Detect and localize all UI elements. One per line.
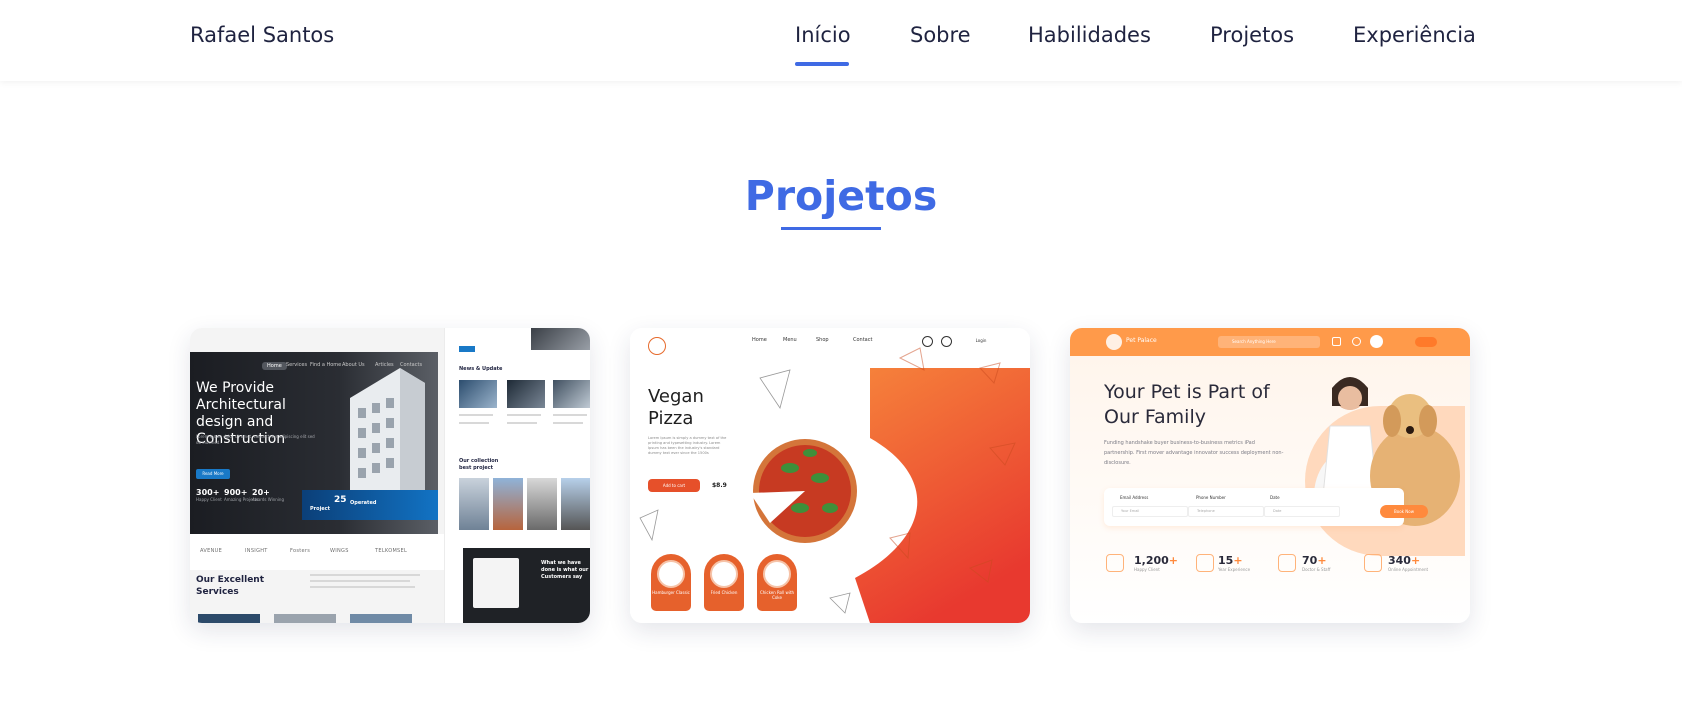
nav-item-projetos[interactable]: Projetos — [1210, 23, 1294, 47]
testimonial-box: What we have done is what our Customers … — [463, 548, 590, 623]
bell-icon — [1352, 337, 1361, 346]
client-logo: WINGS — [330, 548, 349, 554]
client-logo: Fosters — [290, 548, 311, 554]
pizza-nav-menu: Menu — [783, 337, 797, 343]
project-card-pet-palace[interactable]: Pet Palace Search Anything Here Your Pet… — [1070, 328, 1470, 623]
placeholder-line — [459, 422, 489, 424]
pizza-menu-item: Fried Chicken — [704, 554, 744, 611]
architecture-subtext: Lorem ipsum dolor sit amet, consectetur … — [196, 434, 315, 445]
pet-description: Funding handshake buyer business-to-busi… — [1104, 440, 1284, 466]
avatar — [1370, 335, 1383, 348]
news-thumb — [507, 380, 545, 408]
service-thumb — [274, 614, 336, 623]
cart-icon — [941, 336, 952, 347]
stat-icon — [1364, 554, 1382, 572]
placeholder-line — [310, 580, 410, 582]
pizza-nav-shop: Shop — [816, 337, 829, 343]
placeholder-line — [507, 414, 541, 416]
service-thumb — [198, 614, 260, 623]
architecture-stat: 20+ Awards Winning — [252, 488, 284, 502]
testimonial-photo — [473, 558, 519, 608]
collection-thumb — [459, 478, 489, 530]
pet-headline: Your Pet is Part of Our Family — [1104, 381, 1270, 428]
site-header: Rafael Santos Início Sobre Habilidades P… — [0, 0, 1682, 81]
service-thumb — [350, 614, 412, 623]
cart-icon — [1332, 337, 1341, 346]
stat-icon — [1278, 554, 1296, 572]
stat-icon — [1106, 554, 1124, 572]
client-logo: AVENUE — [200, 548, 223, 554]
nav-item-sobre[interactable]: Sobre — [910, 23, 971, 47]
architecture-stat: 300+ Happy Client — [196, 488, 222, 502]
news-title: News & Update — [459, 366, 503, 372]
project-card-vegan-pizza[interactable]: Home Menu Shop Contact Login Vegan Pizza… — [630, 328, 1030, 623]
architecture-preview-right: News & Update Our collection best projec… — [444, 328, 590, 623]
building-photo — [531, 328, 590, 350]
pet-booking-form: Email Address Phone Number Date Your Ema… — [1104, 488, 1428, 526]
pizza-title: Vegan Pizza — [648, 386, 704, 429]
collection-thumb — [493, 478, 523, 530]
brand-name[interactable]: Rafael Santos — [190, 23, 334, 47]
pet-book-button: Book Now — [1380, 505, 1428, 518]
pet-search-field: Search Anything Here — [1218, 336, 1320, 348]
pet-brand: Pet Palace — [1126, 337, 1157, 344]
client-logo: TELKOMSEL — [375, 548, 408, 554]
nav-item-experiencia[interactable]: Experiência — [1353, 23, 1476, 47]
client-logo: INSIGHT — [245, 548, 268, 554]
collection-thumb — [561, 478, 590, 530]
collection-thumb — [527, 478, 557, 530]
architecture-preview-left: Home Services Find a Home About Us Artic… — [190, 328, 444, 623]
pet-top-bar: Pet Palace Search Anything Here — [1070, 328, 1470, 356]
pizza-nav-home: Home — [752, 337, 767, 343]
stat-icon — [1196, 554, 1214, 572]
search-icon — [922, 336, 933, 347]
pet-logo-icon — [1106, 334, 1122, 350]
pizza-price: $8.9 — [712, 482, 727, 489]
pet-stat: 70+ Doctor & Staff — [1302, 554, 1331, 572]
placeholder-line — [459, 414, 493, 416]
collection-title: Our collection best project — [459, 458, 499, 471]
nav-item-habilidades[interactable]: Habilidades — [1028, 23, 1151, 47]
architecture-menu-services: Services — [286, 362, 308, 368]
pizza-login-button: Login — [965, 336, 997, 346]
architecture-project-banner: Project 25 Operated — [302, 490, 438, 520]
mini-button — [459, 346, 475, 352]
architecture-menu-home: Home — [262, 362, 287, 370]
pizza-logo-icon — [648, 337, 666, 355]
placeholder-line — [310, 574, 420, 576]
pizza-menu-item: Hamburger Classic — [651, 554, 691, 611]
architecture-client-logos: AVENUE INSIGHT Fosters WINGS TELKOMSEL — [190, 534, 444, 570]
placeholder-line — [553, 414, 587, 416]
pet-stat: 15+ Year Experience — [1218, 554, 1251, 572]
architecture-read-more-button: Read More — [196, 469, 230, 479]
pet-stat: 340+ Online Appointment — [1388, 554, 1429, 572]
active-nav-indicator — [795, 62, 849, 66]
news-thumb — [553, 380, 590, 408]
news-thumb — [459, 380, 497, 408]
pizza-nav-contact: Contact — [853, 337, 873, 343]
pizza-add-to-cart-button: Add to cart — [648, 479, 700, 492]
section-title: Projetos — [744, 172, 938, 220]
testimonial-title: What we have done is what our Customers … — [541, 560, 589, 580]
project-card-architecture[interactable]: Home Services Find a Home About Us Artic… — [190, 328, 590, 623]
pizza-menu-item: Chicken Roll with Coke — [757, 554, 797, 611]
nav-item-inicio[interactable]: Início — [795, 23, 851, 47]
placeholder-line — [507, 422, 537, 424]
placeholder-line — [553, 422, 583, 424]
pizza-description: Lorem Ipsum is simply a dummy text of th… — [648, 436, 727, 455]
section-title-underline — [781, 227, 881, 230]
pet-stat: 1,200+ Happy Client — [1134, 554, 1179, 572]
placeholder-line — [310, 586, 415, 588]
architecture-services-title: Our Excellent Services — [196, 575, 265, 597]
toggle-icon — [1415, 337, 1437, 347]
